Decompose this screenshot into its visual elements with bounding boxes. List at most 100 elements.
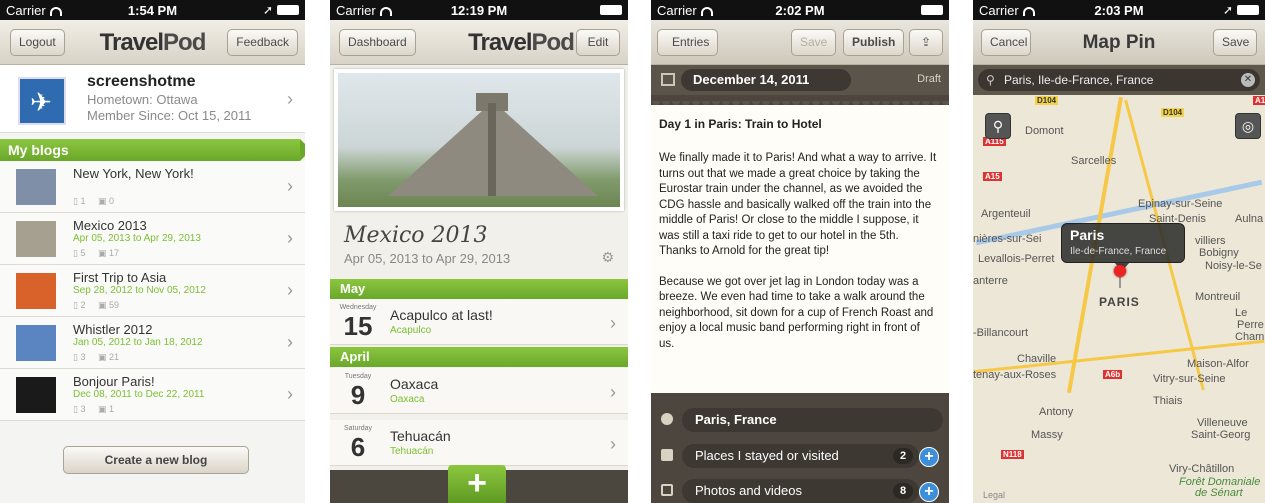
blog-dates: Dec 08, 2011 to Dec 22, 2011 — [73, 389, 205, 400]
status-bar: Carrier 1:54 PM ➚ — [0, 0, 305, 20]
status-time: 1:54 PM — [127, 3, 178, 18]
battery-icon — [1237, 5, 1259, 15]
legal-link[interactable]: Legal — [983, 490, 1005, 500]
location-icon: ➚ — [262, 3, 273, 17]
entry-date[interactable]: December 14, 2011 — [681, 69, 851, 91]
map-view[interactable]: D104 D104 A1 A115 A15 A6b N118 Domont Sa… — [973, 95, 1265, 503]
photos-field[interactable]: Photos and videos 8 + — [651, 473, 949, 503]
chevron-right-icon: › — [287, 228, 293, 248]
profile-hometown: Hometown: Ottawa — [87, 92, 198, 107]
places-count: 2 — [893, 448, 913, 464]
entries-icon: ▯ — [73, 352, 78, 362]
clear-icon[interactable]: ✕ — [1241, 73, 1255, 87]
month-header: May — [330, 279, 628, 299]
pyramid-steps — [488, 103, 496, 196]
entries-count: 5 — [80, 248, 86, 258]
entry-title: Tehuacán — [390, 428, 451, 444]
entries-count: 3 — [80, 404, 86, 414]
publish-button[interactable]: Publish — [843, 29, 905, 56]
blog-title: New York, New York! — [73, 166, 194, 181]
profile-name: screenshotme — [87, 73, 196, 90]
places-field[interactable]: Places I stayed or visited 2 + — [651, 438, 949, 474]
map-label: Argenteuil — [981, 208, 1031, 220]
map-label: Thiais — [1153, 395, 1183, 407]
entry-body[interactable]: Day 1 in Paris: Train to Hotel We finall… — [651, 101, 949, 393]
entries-count: 2 — [80, 300, 86, 310]
edit-button[interactable]: Edit — [576, 29, 620, 56]
blog-row[interactable]: Bonjour Paris! Dec 08, 2011 to Dec 22, 20… — [0, 369, 305, 421]
photos-label: Photos and videos — [682, 479, 919, 503]
photos-icon: ▣ — [98, 404, 107, 414]
location-field[interactable]: Paris, France — [651, 402, 949, 438]
blog-row[interactable]: New York, New York! ▯ 1 ▣ 0 › — [0, 161, 305, 213]
save-button[interactable]: Save — [791, 29, 837, 56]
map-label: Sarcelles — [1071, 155, 1117, 167]
photos-count: 8 — [893, 483, 913, 499]
blog-counts: ▯ 1 ▣ 0 — [73, 196, 114, 207]
entry-row[interactable]: Saturday 6 Tehuacán Tehuacán › — [330, 420, 628, 466]
entry-weekday: Wednesday — [339, 304, 377, 311]
calendar-icon[interactable] — [661, 73, 675, 86]
map-label: Vitry-sur-Seine — [1153, 373, 1226, 385]
blog-counts: ▯ 5 ▣ 17 — [73, 248, 119, 259]
blog-row[interactable]: Mexico 2013 Apr 05, 2013 to Apr 29, 2013 ▯… — [0, 213, 305, 265]
locate-icon[interactable]: ◎ — [1235, 113, 1261, 139]
map-label: Viry-Châtillon — [1169, 463, 1235, 475]
entry-paragraph: We finally made it to Paris! And what a … — [659, 152, 937, 257]
tag-icon — [661, 449, 673, 461]
entry-row[interactable]: Tuesday 9 Oaxaca Oaxaca › — [330, 368, 628, 414]
add-place-icon[interactable]: + — [919, 447, 939, 467]
road-shield: N118 — [1001, 450, 1024, 459]
profile-row[interactable]: ✈ screenshotme Hometown: Ottawa Member S… — [0, 65, 305, 133]
road-shield: A6b — [1103, 370, 1123, 379]
blog-thumbnail — [16, 377, 56, 413]
draft-status: Draft — [917, 73, 941, 85]
dashboard-back-button[interactable]: Dashboard — [339, 29, 416, 56]
map-label: Montreuil — [1195, 291, 1241, 303]
map-pin-screen: Carrier 2:03 PM ➚ Cancel Map Pin Save ⚲ P… — [973, 0, 1265, 503]
photos-count: 17 — [109, 248, 120, 258]
airplane-icon: ✈ — [30, 87, 52, 117]
pin-callout[interactable]: Paris Ile-de-France, France — [1061, 223, 1185, 271]
chevron-right-icon: › — [287, 384, 293, 404]
entries-icon: ▯ — [73, 300, 78, 310]
profile-member-since: Member Since: Oct 15, 2011 — [87, 108, 252, 123]
entries-count: 1 — [80, 196, 86, 206]
blog-row[interactable]: Whistler 2012 Jan 05, 2012 to Jan 18, 201… — [0, 317, 305, 369]
blog-dates: Jan 05, 2012 to Jan 18, 2012 — [73, 337, 203, 348]
blog-row[interactable]: First Trip to Asia Sep 28, 2012 to Nov 05… — [0, 265, 305, 317]
entry-row[interactable]: Wednesday 15 Acapulco at last! Acapulco … — [330, 299, 628, 345]
entries-icon: ▯ — [73, 404, 78, 414]
map-pin-icon[interactable] — [1114, 265, 1126, 277]
save-button[interactable]: Save — [1213, 29, 1257, 56]
photos-count: 21 — [109, 352, 120, 362]
share-icon[interactable]: ⇪ — [909, 29, 943, 56]
status-bar: Carrier 2:03 PM ➚ — [973, 0, 1265, 20]
map-label: Saint-Georg — [1191, 429, 1251, 441]
photos-count: 1 — [109, 404, 115, 414]
blog-title: Mexico 2013 — [73, 218, 147, 233]
entry-paragraph: Because we got over jet lag in London to… — [659, 275, 934, 350]
search-input[interactable]: ⚲ Paris, Ile-de-France, France — [978, 69, 1260, 91]
entry-text[interactable]: We finally made it to Paris! And what a … — [659, 151, 937, 367]
entry-place: Acapulco — [390, 325, 432, 336]
gear-icon[interactable]: ⚙ — [601, 249, 614, 266]
entries-count: 3 — [80, 352, 86, 362]
blog-thumbnail — [16, 273, 56, 309]
date-bar: December 14, 2011 Draft — [651, 65, 949, 95]
add-photo-icon[interactable]: + — [919, 482, 939, 502]
entry-title[interactable]: Day 1 in Paris: Train to Hotel — [659, 117, 822, 131]
location-value: Paris, France — [682, 408, 943, 432]
map-label: nières-sur-Sei — [973, 233, 1042, 245]
blog-dates: Sep 28, 2012 to Nov 05, 2012 — [73, 285, 206, 296]
create-blog-button[interactable]: Create a new blog — [63, 446, 249, 474]
entries-back-button[interactable]: Entries — [657, 29, 719, 56]
feedback-button[interactable]: Feedback — [227, 29, 298, 56]
battery-icon — [277, 5, 299, 15]
blog-dates: Apr 05, 2013 to Apr 29, 2013 — [344, 251, 511, 266]
map-label: Domont — [1025, 125, 1064, 137]
photo-icon — [661, 484, 673, 496]
add-entry-button[interactable]: + — [448, 465, 506, 503]
status-time: 2:03 PM — [1094, 3, 1144, 18]
drop-pin-icon[interactable]: ⚲ — [985, 113, 1011, 139]
